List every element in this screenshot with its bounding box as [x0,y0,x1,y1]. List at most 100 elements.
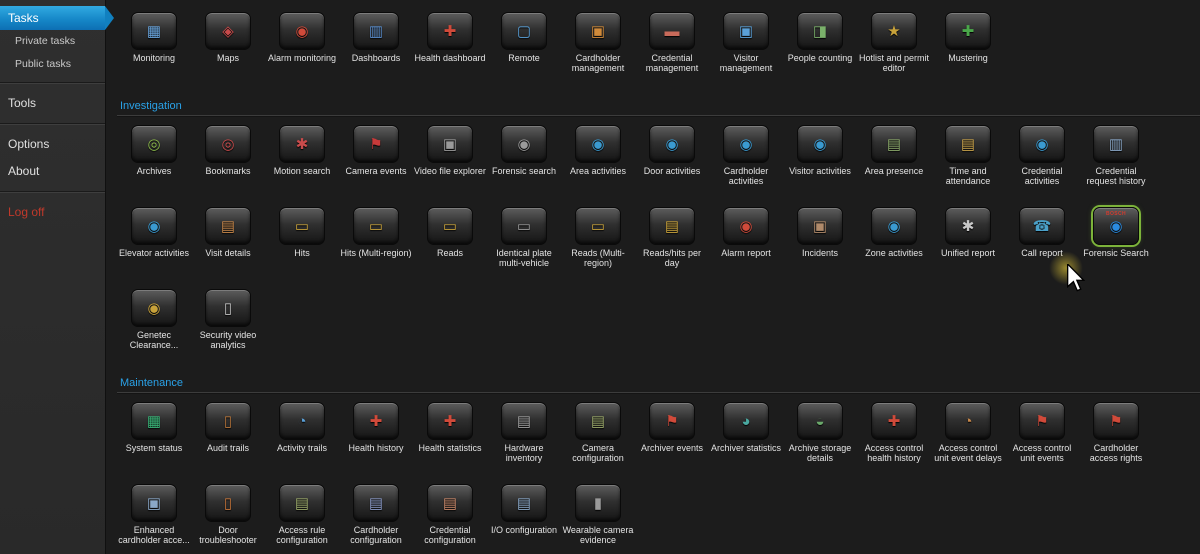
task-credential-management[interactable]: ▬Credential management [635,8,709,90]
task-label: Archive storage details [784,443,856,464]
task-unified-report[interactable]: ✱Unified report [931,203,1005,285]
sidebar-item-tasks[interactable]: Tasks [0,6,105,30]
task-hits-multi-region[interactable]: ▭Hits (Multi-region) [339,203,413,285]
task-remote[interactable]: ▢Remote [487,8,561,90]
task-visitor-management[interactable]: ▣Visitor management [709,8,783,90]
task-alarm-monitoring[interactable]: ◉Alarm monitoring [265,8,339,90]
task-system-status[interactable]: ▦System status [117,398,191,480]
task-cardholder-activities[interactable]: ◉Cardholder activities [709,121,783,203]
task-health-history[interactable]: ✚Health history [339,398,413,480]
icon-glyph: ◕ [741,414,750,429]
task-grid: ◎Archives◎Bookmarks✱Motion search⚑Camera… [117,121,1157,367]
task-forensic-search[interactable]: BOSCH◉Forensic Search [1079,203,1153,285]
health-dashboard-icon: ✚ [427,12,473,50]
task-time-and-attendance[interactable]: ▤Time and attendance [931,121,1005,203]
task-label: Incidents [802,248,838,258]
task-reads[interactable]: ▭Reads [413,203,487,285]
task-archives[interactable]: ◎Archives [117,121,191,203]
task-label: Audit trails [207,443,249,453]
task-access-control-health-history[interactable]: ✚Access control health history [857,398,931,480]
task-health-statistics[interactable]: ✚Health statistics [413,398,487,480]
icon-glyph: ◉ [1109,219,1122,234]
task-forensic-search[interactable]: ◉Forensic search [487,121,561,203]
task-health-dashboard[interactable]: ✚Health dashboard [413,8,487,90]
task-zone-activities[interactable]: ◉Zone activities [857,203,931,285]
task-area-activities[interactable]: ◉Area activities [561,121,635,203]
task-credential-request-history[interactable]: ▥Credential request history [1079,121,1153,203]
icon-glyph: ◎ [147,137,160,152]
hotlist-permit-editor-icon: ★ [871,12,917,50]
task-call-report[interactable]: ☎Call report [1005,203,1079,285]
task-cardholder-configuration[interactable]: ▤Cardholder configuration [339,480,413,554]
task-hardware-inventory[interactable]: ▤Hardware inventory [487,398,561,480]
icon-glyph: ▤ [887,137,901,152]
icon-glyph: ✚ [444,24,457,39]
icon-glyph: ◉ [813,137,826,152]
task-door-troubleshooter[interactable]: ▯Door troubleshooter [191,480,265,554]
task-people-counting[interactable]: ◨People counting [783,8,857,90]
sidebar-item-log-off[interactable]: Log off [0,199,105,226]
task-enhanced-cardholder-acce[interactable]: ▣Enhanced cardholder acce... [117,480,191,554]
task-cardholder-access-rights[interactable]: ⚑Cardholder access rights [1079,398,1153,480]
task-identical-plate-multi-vehicle[interactable]: ▭Identical plate multi-vehicle [487,203,561,285]
task-audit-trails[interactable]: ▯Audit trails [191,398,265,480]
task-i-o-configuration[interactable]: ▤I/O configuration [487,480,561,554]
section-investigation: Investigation◎Archives◎Bookmarks✱Motion … [117,98,1200,367]
task-credential-configuration[interactable]: ▤Credential configuration [413,480,487,554]
task-maps[interactable]: ◈Maps [191,8,265,90]
task-genetec-clearance[interactable]: ◉Genetec Clearance... [117,285,191,367]
archives-icon: ◎ [131,125,177,163]
task-video-file-explorer[interactable]: ▣Video file explorer [413,121,487,203]
icon-glyph: ▣ [591,24,605,39]
task-door-activities[interactable]: ◉Door activities [635,121,709,203]
task-label: Health history [348,443,403,453]
task-visit-details[interactable]: ▤Visit details [191,203,265,285]
sidebar-item-options[interactable]: Options [0,131,105,158]
icon-glyph: ◉ [591,137,604,152]
task-archiver-statistics[interactable]: ◕Archiver statistics [709,398,783,480]
task-elevator-activities[interactable]: ◉Elevator activities [117,203,191,285]
task-hotlist-and-permit-editor[interactable]: ★Hotlist and permit editor [857,8,931,90]
task-alarm-report[interactable]: ◉Alarm report [709,203,783,285]
task-reads-multi-region[interactable]: ▭Reads (Multi-region) [561,203,635,285]
icon-glyph: ▤ [295,496,309,511]
task-activity-trails[interactable]: ◔Activity trails [265,398,339,480]
task-mustering[interactable]: ✚Mustering [931,8,1005,90]
task-archive-storage-details[interactable]: ◒ Archive storage details [783,398,857,480]
task-label: Credential request history [1080,166,1152,187]
task-camera-configuration[interactable]: ▤Camera configuration [561,398,635,480]
task-dashboards[interactable]: ▥Dashboards [339,8,413,90]
task-credential-activities[interactable]: ◉Credential activities [1005,121,1079,203]
sidebar-item-public-tasks[interactable]: Public tasks [0,53,105,76]
sidebar-item-tools[interactable]: Tools [0,90,105,117]
dashboards-icon: ▥ [353,12,399,50]
task-cardholder-management[interactable]: ▣Cardholder management [561,8,635,90]
task-access-rule-configuration[interactable]: ▤Access rule configuration [265,480,339,554]
task-area-presence[interactable]: ▤Area presence [857,121,931,203]
task-wearable-camera-evidence[interactable]: ▮Wearable camera evidence [561,480,635,554]
task-access-control-unit-events[interactable]: ⚑Access control unit events [1005,398,1079,480]
task-camera-events[interactable]: ⚑Camera events [339,121,413,203]
visitor-management-icon: ▣ [723,12,769,50]
task-reads-hits-per-day[interactable]: ▤Reads/hits per day [635,203,709,285]
task-motion-search[interactable]: ✱Motion search [265,121,339,203]
task-hits[interactable]: ▭Hits [265,203,339,285]
task-visitor-activities[interactable]: ◉Visitor activities [783,121,857,203]
camera-configuration-icon: ▤ [575,402,621,440]
task-label: Visit details [205,248,250,258]
task-label: Call report [1021,248,1063,258]
task-security-video-analytics[interactable]: ▯Security video analytics [191,285,265,367]
task-label: Camera events [345,166,406,176]
task-archiver-events[interactable]: ⚑Archiver events [635,398,709,480]
task-label: Reads [437,248,463,258]
incidents-icon: ▣ [797,207,843,245]
task-monitoring[interactable]: ▦Monitoring [117,8,191,90]
task-incidents[interactable]: ▣ Incidents [783,203,857,285]
icon-glyph: ▭ [591,219,605,234]
archive-storage-details-icon: ◒ [797,402,843,440]
task-access-control-unit-event-delays[interactable]: ◔Access control unit event delays [931,398,1005,480]
sidebar-item-about[interactable]: About [0,158,105,185]
icon-glyph: ◒ [815,414,824,429]
task-bookmarks[interactable]: ◎Bookmarks [191,121,265,203]
sidebar-item-private-tasks[interactable]: Private tasks [0,30,105,53]
